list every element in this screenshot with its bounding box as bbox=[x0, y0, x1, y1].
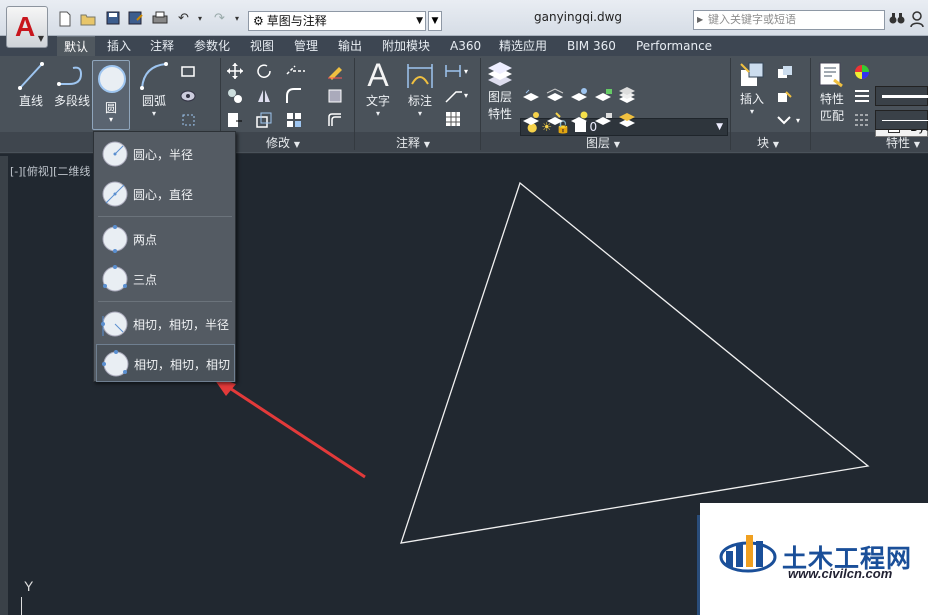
three-point-icon bbox=[102, 265, 128, 292]
ucs-axis-line bbox=[21, 597, 22, 615]
application-menu-button[interactable]: A ▼ bbox=[6, 6, 48, 48]
autocad-logo-icon: A bbox=[15, 11, 36, 42]
menu-item-tan-tan-radius[interactable]: 相切，相切，半径 bbox=[96, 305, 235, 343]
two-point-icon bbox=[102, 225, 128, 253]
menu-label: 相切，相切，相切 bbox=[134, 358, 231, 372]
center-radius-icon bbox=[102, 141, 128, 167]
tan-tan-tan-icon bbox=[102, 350, 129, 377]
menu-label: 两点 bbox=[133, 233, 158, 247]
annotation-arrow-shaft bbox=[224, 383, 366, 479]
menu-item-center-diameter[interactable]: 圆心，直径 bbox=[96, 175, 235, 213]
center-diameter-icon bbox=[102, 181, 128, 207]
circle-dropdown-menu: 圆心，半径 圆心，直径 两点 三点 相切，相切，半径 相切，相切，相切 bbox=[93, 131, 236, 382]
menu-label: 圆心，直径 bbox=[133, 188, 194, 202]
menu-label: 三点 bbox=[133, 273, 158, 287]
menu-separator bbox=[98, 216, 232, 217]
tan-tan-radius-icon bbox=[101, 311, 128, 337]
menu-label: 相切，相切，半径 bbox=[133, 318, 230, 332]
civilcn-logo-icon bbox=[719, 535, 777, 573]
menu-item-tan-tan-tan[interactable]: 相切，相切，相切 bbox=[96, 344, 235, 382]
menu-separator bbox=[98, 301, 232, 302]
menu-item-three-point[interactable]: 三点 bbox=[96, 260, 235, 298]
ucs-y-label: Y bbox=[24, 578, 34, 594]
watermark-url: www.civilcn.com bbox=[788, 566, 893, 581]
menu-item-center-radius[interactable]: 圆心，半径 bbox=[96, 135, 235, 173]
menu-label: 圆心，半径 bbox=[133, 148, 194, 162]
triangle-shape[interactable] bbox=[400, 181, 870, 544]
chevron-down-icon: ▼ bbox=[37, 34, 44, 43]
menu-item-two-point[interactable]: 两点 bbox=[96, 220, 235, 258]
